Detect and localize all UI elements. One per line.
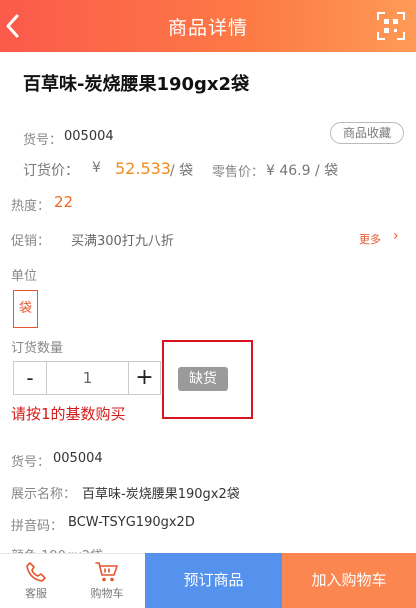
detail-sku-value: 005004 <box>53 451 103 466</box>
header-bar: 商品详情 <box>0 0 416 52</box>
chevron-right-icon[interactable]: › <box>393 228 399 244</box>
order-price-label: 订货价： <box>23 163 79 179</box>
sku-value: 005004 <box>64 129 114 144</box>
hot-value: 22 <box>54 193 74 211</box>
unit-option-bag[interactable]: 袋 <box>13 290 38 328</box>
display-name-label: 展示名称： <box>11 487 77 502</box>
scan-icon[interactable] <box>376 11 406 41</box>
display-name-value: 百草味-炭烧腰果190gx2袋 <box>82 487 240 502</box>
quantity-decrease-button[interactable]: - <box>13 361 47 395</box>
retail-price-value: ¥ 46.9 / 袋 <box>266 163 339 179</box>
order-price-value: 52.533 <box>115 159 171 178</box>
currency-symbol: ¥ <box>92 160 101 176</box>
quantity-increase-button[interactable]: + <box>128 361 161 395</box>
hot-label: 热度： <box>11 199 51 214</box>
unit-label: 单位 <box>11 269 38 284</box>
detail-sku-label: 货号： <box>11 455 51 470</box>
retail-price-label: 零售价： <box>212 165 265 180</box>
quantity-multiple-notice: 请按1的基数购买 <box>11 405 126 423</box>
pinyin-value: BCW-TSYG190gx2D <box>68 515 195 530</box>
cart-tab[interactable]: 购物车 <box>77 554 137 608</box>
preorder-button[interactable]: 预订商品 <box>145 553 282 608</box>
customer-service-label: 客服 <box>25 587 47 600</box>
shopping-cart-icon <box>95 562 118 582</box>
add-to-cart-button[interactable]: 加入购物车 <box>282 553 416 608</box>
quantity-input[interactable]: 1 <box>46 361 129 395</box>
order-price-unit: / 袋 <box>170 163 194 179</box>
favorite-button[interactable]: 商品收藏 <box>330 122 404 144</box>
phone-icon <box>26 562 46 582</box>
product-title: 百草味-炭烧腰果190gx2袋 <box>23 74 250 95</box>
more-promos-link[interactable]: 更多 <box>359 231 381 247</box>
promo-label: 促销： <box>11 234 51 249</box>
sku-label: 货号： <box>23 133 63 148</box>
customer-service-tab[interactable]: 客服 <box>6 554 66 608</box>
quantity-label: 订货数量 <box>11 341 64 356</box>
page-title: 商品详情 <box>167 17 248 39</box>
out-of-stock-badge: 缺货 <box>178 367 228 391</box>
promo-text: 买满300打九八折 <box>71 234 174 249</box>
cart-label: 购物车 <box>90 587 124 600</box>
pinyin-label: 拼音码： <box>11 519 64 534</box>
